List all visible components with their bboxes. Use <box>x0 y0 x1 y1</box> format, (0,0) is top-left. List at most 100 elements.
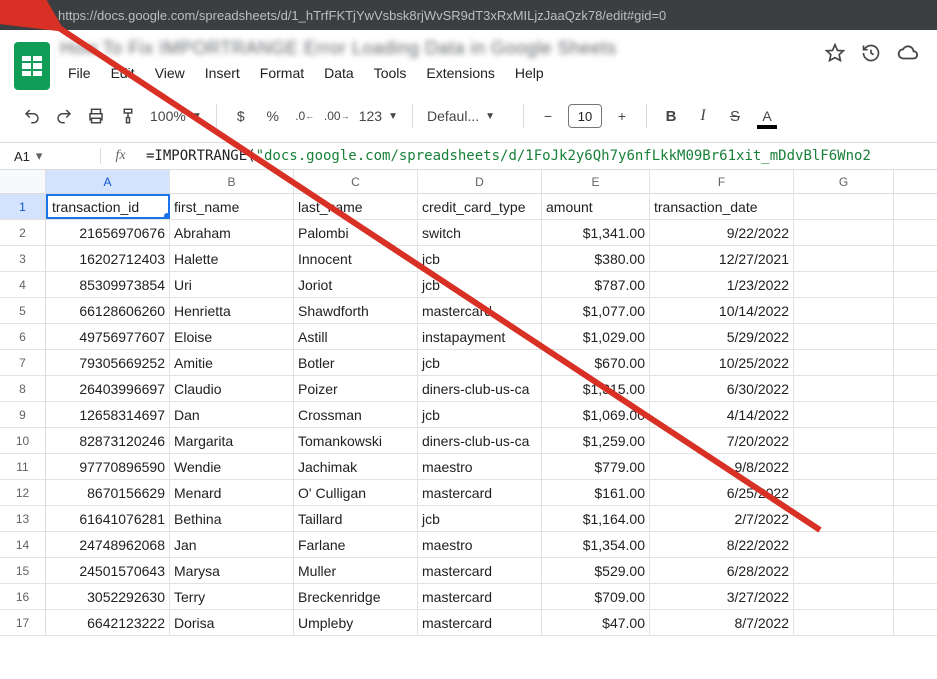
cell[interactable]: $670.00 <box>542 350 650 375</box>
cell[interactable]: switch <box>418 220 542 245</box>
bold-button[interactable]: B <box>657 101 685 131</box>
col-header-a[interactable]: A <box>46 170 170 193</box>
col-header-g[interactable]: G <box>794 170 894 193</box>
row-header[interactable]: 1 <box>0 194 46 219</box>
cloud-icon[interactable] <box>897 42 919 64</box>
cell[interactable]: 85309973854 <box>46 272 170 297</box>
row-header[interactable]: 10 <box>0 428 46 453</box>
cell[interactable]: $1,069.00 <box>542 402 650 427</box>
cell[interactable]: Eloise <box>170 324 294 349</box>
col-header-f[interactable]: F <box>650 170 794 193</box>
cell[interactable]: 82873120246 <box>46 428 170 453</box>
cell[interactable]: Shawdforth <box>294 298 418 323</box>
cell[interactable]: Uri <box>170 272 294 297</box>
cell[interactable]: mastercard <box>418 480 542 505</box>
cell[interactable]: first_name <box>170 194 294 219</box>
cell[interactable]: mastercard <box>418 558 542 583</box>
formula-input[interactable]: =IMPORTRANGE("docs.google.com/spreadshee… <box>140 148 937 164</box>
cell[interactable]: 66128606260 <box>46 298 170 323</box>
cell[interactable]: jcb <box>418 506 542 531</box>
cell[interactable] <box>794 272 894 297</box>
row-header[interactable]: 15 <box>0 558 46 583</box>
cell[interactable]: Astill <box>294 324 418 349</box>
row-header[interactable]: 4 <box>0 272 46 297</box>
paint-format-button[interactable] <box>114 101 142 131</box>
cell[interactable]: Claudio <box>170 376 294 401</box>
cell[interactable]: instapayment <box>418 324 542 349</box>
cell-a1[interactable]: transaction_id <box>46 194 170 219</box>
menu-extensions[interactable]: Extensions <box>418 62 502 84</box>
cell[interactable]: $47.00 <box>542 610 650 635</box>
cell[interactable] <box>794 428 894 453</box>
cell[interactable] <box>794 584 894 609</box>
col-header-b[interactable]: B <box>170 170 294 193</box>
row-header[interactable]: 14 <box>0 532 46 557</box>
cell[interactable] <box>794 506 894 531</box>
cell[interactable]: Breckenridge <box>294 584 418 609</box>
increase-decimal-button[interactable]: .00→ <box>323 101 351 131</box>
cell[interactable]: maestro <box>418 532 542 557</box>
cell[interactable]: Jachimak <box>294 454 418 479</box>
menu-data[interactable]: Data <box>316 62 362 84</box>
cell[interactable]: O' Culligan <box>294 480 418 505</box>
cell[interactable]: last_name <box>294 194 418 219</box>
cell[interactable]: 8670156629 <box>46 480 170 505</box>
cell[interactable] <box>794 558 894 583</box>
cell[interactable]: $709.00 <box>542 584 650 609</box>
row-header[interactable]: 16 <box>0 584 46 609</box>
cell[interactable]: 6/30/2022 <box>650 376 794 401</box>
cell[interactable]: Terry <box>170 584 294 609</box>
sheets-logo-icon[interactable] <box>14 42 50 90</box>
cell[interactable]: 21656970676 <box>46 220 170 245</box>
name-box[interactable]: A1▾ <box>0 148 100 164</box>
cell[interactable]: 6/25/2022 <box>650 480 794 505</box>
cell[interactable]: Umpleby <box>294 610 418 635</box>
print-button[interactable] <box>82 101 110 131</box>
menu-format[interactable]: Format <box>252 62 312 84</box>
cell[interactable]: 16202712403 <box>46 246 170 271</box>
cell[interactable] <box>794 194 894 219</box>
cell[interactable]: 8/22/2022 <box>650 532 794 557</box>
strikethrough-button[interactable]: S <box>721 101 749 131</box>
cell[interactable]: 24501570643 <box>46 558 170 583</box>
cell[interactable]: 9/22/2022 <box>650 220 794 245</box>
cell[interactable]: $1,354.00 <box>542 532 650 557</box>
cell[interactable]: 2/7/2022 <box>650 506 794 531</box>
row-header[interactable]: 6 <box>0 324 46 349</box>
cell[interactable] <box>794 220 894 245</box>
cell[interactable]: 97770896590 <box>46 454 170 479</box>
font-size-increase[interactable]: + <box>608 101 636 131</box>
menu-tools[interactable]: Tools <box>366 62 415 84</box>
cell[interactable]: Botler <box>294 350 418 375</box>
menu-edit[interactable]: Edit <box>103 62 143 84</box>
cell[interactable]: $1,341.00 <box>542 220 650 245</box>
row-header[interactable]: 8 <box>0 376 46 401</box>
cell[interactable]: Muller <box>294 558 418 583</box>
cell[interactable]: credit_card_type <box>418 194 542 219</box>
cell[interactable]: Jan <box>170 532 294 557</box>
cell[interactable] <box>794 532 894 557</box>
row-header[interactable]: 11 <box>0 454 46 479</box>
cell[interactable]: 3052292630 <box>46 584 170 609</box>
cell[interactable]: maestro <box>418 454 542 479</box>
menu-insert[interactable]: Insert <box>197 62 248 84</box>
cell[interactable]: 6642123222 <box>46 610 170 635</box>
cell[interactable]: Innocent <box>294 246 418 271</box>
decrease-decimal-button[interactable]: .0← <box>291 101 319 131</box>
col-header-c[interactable]: C <box>294 170 418 193</box>
cell[interactable]: 61641076281 <box>46 506 170 531</box>
cell[interactable] <box>794 350 894 375</box>
cell[interactable]: 10/14/2022 <box>650 298 794 323</box>
cell[interactable]: jcb <box>418 272 542 297</box>
cell[interactable]: 10/25/2022 <box>650 350 794 375</box>
cell[interactable]: $1,315.00 <box>542 376 650 401</box>
cell[interactable]: 12658314697 <box>46 402 170 427</box>
cell[interactable]: 49756977607 <box>46 324 170 349</box>
redo-button[interactable] <box>50 101 78 131</box>
cell[interactable]: 7/20/2022 <box>650 428 794 453</box>
col-header-d[interactable]: D <box>418 170 542 193</box>
cell[interactable]: 5/29/2022 <box>650 324 794 349</box>
row-header[interactable]: 7 <box>0 350 46 375</box>
cell[interactable]: mastercard <box>418 584 542 609</box>
menu-file[interactable]: File <box>60 62 99 84</box>
